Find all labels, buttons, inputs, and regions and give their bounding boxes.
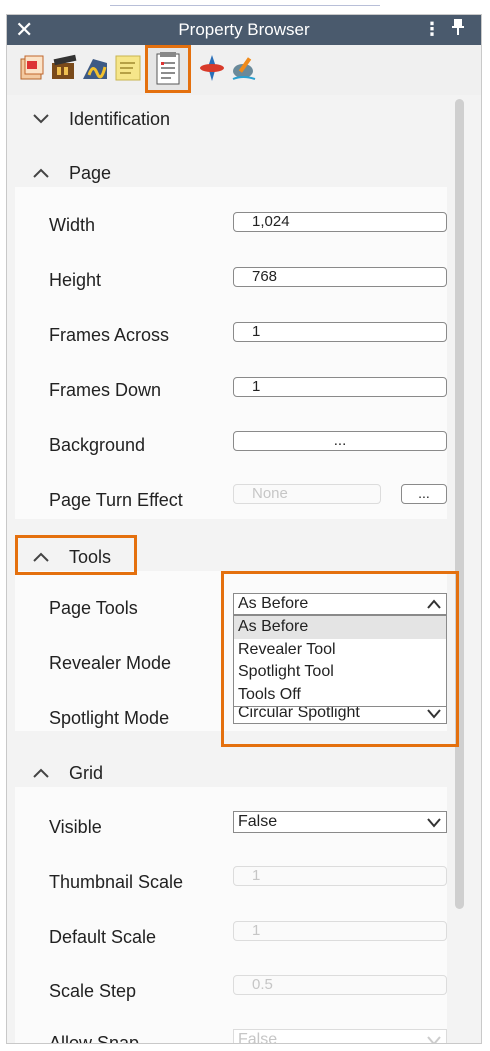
- chevron-down-icon: [427, 818, 441, 828]
- handwriting-icon[interactable]: [81, 53, 111, 83]
- top-strip: [0, 0, 490, 14]
- background-label: Background: [49, 435, 146, 455]
- scrollbar[interactable]: [455, 99, 464, 909]
- dropdown-option[interactable]: Spotlight Tool: [234, 661, 446, 684]
- visible-label: Visible: [49, 817, 102, 837]
- frames-down-field[interactable]: 1: [233, 377, 447, 397]
- window-title: Property Browser: [178, 20, 310, 39]
- chevron-down-icon: [427, 709, 441, 719]
- chevron-up-icon: [33, 168, 49, 178]
- background-color-button[interactable]: ...: [233, 431, 447, 451]
- spinner-icon[interactable]: [197, 53, 227, 83]
- chevron-up-icon: [427, 599, 441, 609]
- spotlight-mode-label: Spotlight Mode: [49, 708, 170, 728]
- group-label: Tools: [69, 547, 112, 567]
- scale-step-field: 0.5: [233, 975, 447, 995]
- frames-across-label: Frames Across: [49, 325, 170, 345]
- page-tools-select[interactable]: As Before: [233, 593, 447, 615]
- frames-down-label: Frames Down: [49, 380, 162, 400]
- media-icon[interactable]: [49, 53, 79, 83]
- scale-step-label: Scale Step: [49, 981, 137, 1001]
- revealer-mode-label: Revealer Mode: [49, 653, 172, 673]
- property-toolbar: [7, 45, 481, 95]
- default-scale-label: Default Scale: [49, 927, 157, 947]
- group-label: Identification: [69, 109, 171, 129]
- pen-tool-icon[interactable]: [229, 53, 259, 83]
- height-label: Height: [49, 270, 102, 290]
- chevron-down-icon: [427, 1036, 441, 1043]
- page-properties-icon[interactable]: [17, 53, 47, 83]
- chevron-up-icon: [33, 768, 49, 778]
- page-tools-value: As Before: [238, 595, 309, 612]
- height-field[interactable]: 768: [233, 267, 447, 287]
- visible-value: False: [238, 813, 278, 830]
- page-turn-effect-button[interactable]: ...: [401, 484, 447, 504]
- group-label: Page: [69, 163, 112, 183]
- group-body-page: [15, 187, 447, 519]
- chevron-up-icon: [33, 552, 49, 562]
- width-field[interactable]: 1,024: [233, 212, 447, 232]
- page-tools-label: Page Tools: [49, 598, 138, 618]
- page-tools-dropdown: As Before Revealer Tool Spotlight Tool T…: [233, 615, 447, 707]
- visible-select[interactable]: False: [233, 811, 447, 833]
- property-list: Identification Page Width 1,024 Height 7…: [7, 95, 481, 1044]
- default-scale-field: 1: [233, 921, 447, 941]
- page-turn-effect-field: None: [233, 484, 381, 504]
- page-document-icon[interactable]: [145, 45, 191, 93]
- more-options-icon[interactable]: ⋮: [423, 19, 441, 40]
- dropdown-option[interactable]: Revealer Tool: [234, 639, 446, 662]
- allow-snap-label: Allow Snap: [49, 1033, 140, 1044]
- chevron-down-icon: [33, 114, 49, 124]
- property-browser-panel: ✕ Property Browser ⋮ Identification Page…: [6, 14, 482, 1044]
- pin-icon[interactable]: [451, 18, 465, 41]
- group-header-identification[interactable]: Identification: [7, 95, 447, 147]
- frames-across-field[interactable]: 1: [233, 322, 447, 342]
- title-bar: ✕ Property Browser ⋮: [7, 15, 481, 45]
- thumbnail-scale-field: 1: [233, 866, 447, 886]
- dropdown-option[interactable]: Tools Off: [234, 684, 446, 707]
- page-turn-effect-label: Page Turn Effect: [49, 490, 183, 510]
- notes-icon[interactable]: [113, 53, 143, 83]
- dropdown-option[interactable]: As Before: [234, 616, 446, 639]
- width-label: Width: [49, 215, 96, 235]
- group-label: Grid: [69, 763, 104, 783]
- allow-snap-select: False: [233, 1029, 447, 1044]
- allow-snap-value: False: [238, 1031, 278, 1044]
- thumbnail-scale-label: Thumbnail Scale: [49, 872, 184, 892]
- background-tab-edge: [110, 0, 380, 6]
